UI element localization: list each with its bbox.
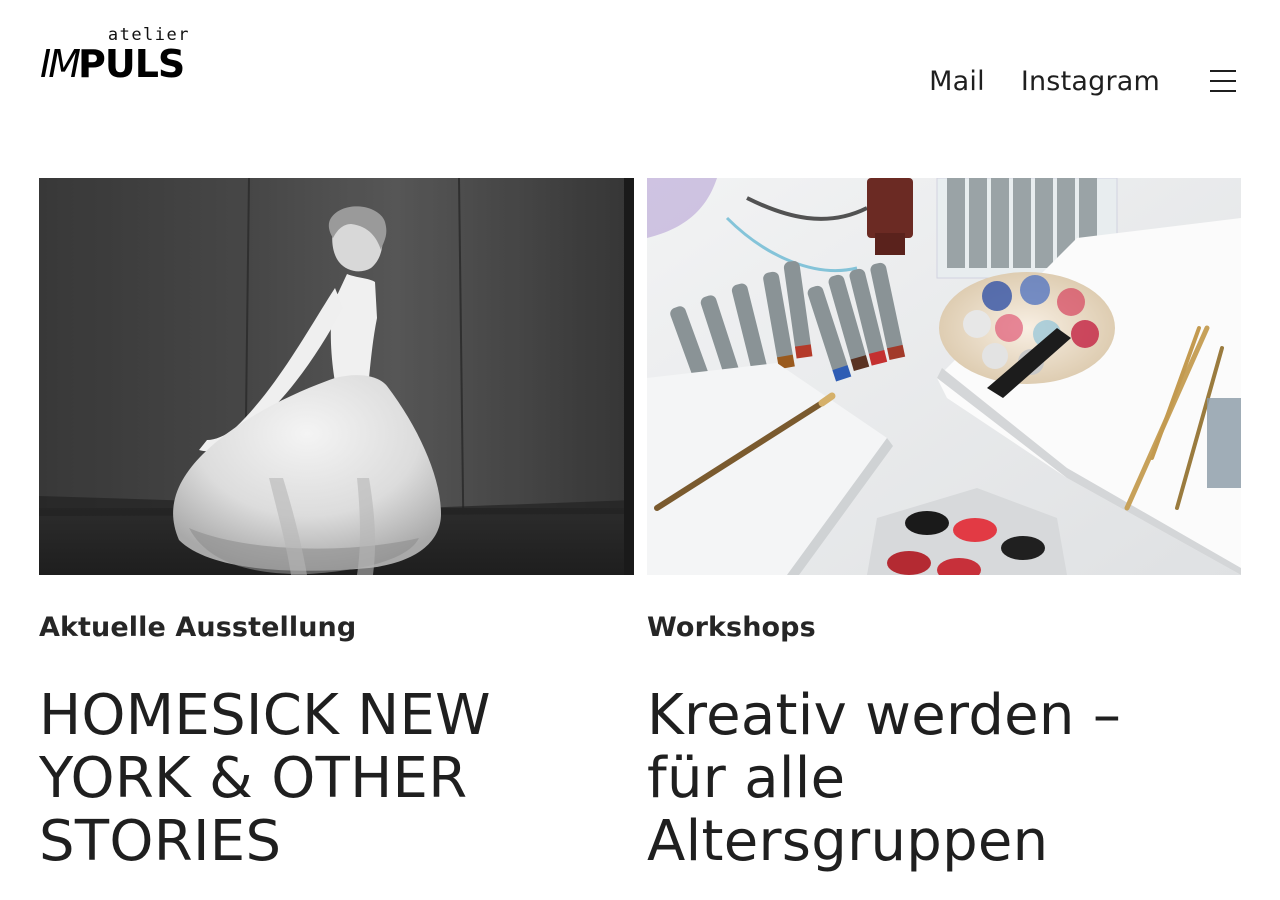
- hamburger-menu-icon[interactable]: [1210, 70, 1236, 92]
- nav-instagram-link[interactable]: Instagram: [1021, 66, 1160, 97]
- logo-im: IM: [40, 42, 81, 86]
- logo-wordmark: IMPULS: [40, 42, 185, 86]
- exhibition-card: Aktuelle Ausstellung HOMESICK NEW YORK &…: [39, 178, 634, 873]
- nav-mail-link[interactable]: Mail: [929, 66, 985, 97]
- site-header: atelier IMPULS Mail Instagram: [0, 0, 1280, 150]
- atelier-impuls-logo[interactable]: atelier IMPULS: [40, 26, 192, 88]
- workshops-card: Workshops Kreativ werden – für alle Alte…: [647, 178, 1241, 873]
- exhibition-kicker: Aktuelle Ausstellung: [39, 612, 357, 643]
- logo-puls: PULS: [78, 42, 185, 86]
- workshops-photo[interactable]: [647, 178, 1241, 575]
- art-supplies-photo: [647, 178, 1241, 575]
- workshops-kicker: Workshops: [647, 612, 816, 643]
- menu-line: [1210, 70, 1236, 72]
- workshops-title[interactable]: Kreativ werden – für alle Altersgruppen: [647, 684, 1207, 873]
- woman-twirling-photo: [39, 178, 634, 575]
- menu-line: [1210, 80, 1236, 82]
- menu-line: [1210, 90, 1236, 92]
- main-nav: Mail Instagram: [929, 62, 1236, 100]
- exhibition-photo[interactable]: [39, 178, 634, 575]
- exhibition-title[interactable]: HOMESICK NEW YORK & OTHER STORIES: [39, 684, 579, 873]
